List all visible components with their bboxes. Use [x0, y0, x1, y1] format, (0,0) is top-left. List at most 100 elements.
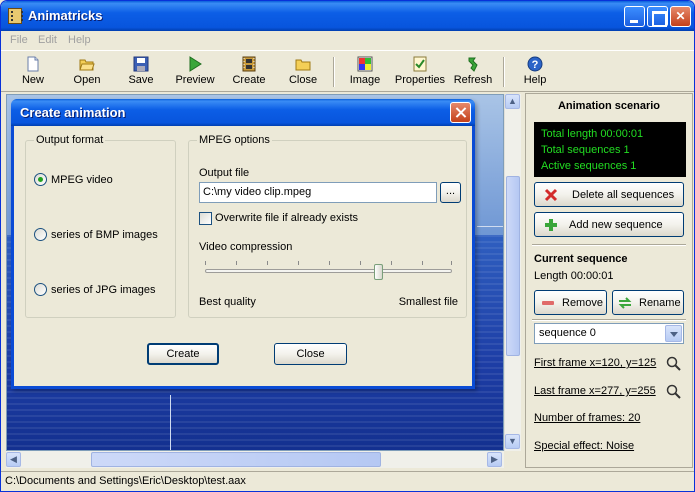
status-file-path: C:\Documents and Settings\Eric\Desktop\t…: [5, 475, 246, 487]
total-sequences: Total sequences 1: [541, 144, 630, 156]
chevron-down-icon[interactable]: [665, 325, 682, 342]
output-file-value: C:\my video clip.mpeg: [203, 186, 312, 198]
toolbar-close-label: Close: [288, 74, 318, 86]
slider-tick: [329, 261, 330, 265]
toolbar-properties-button[interactable]: Properties: [393, 54, 447, 90]
toolbar-open-label: Open: [73, 74, 101, 86]
toolbar-help-label: Help: [523, 74, 547, 86]
dialog-close-icon[interactable]: [450, 102, 471, 123]
horizontal-scroll-thumb[interactable]: [91, 452, 381, 467]
checklist-icon: [413, 56, 427, 72]
close-window-button[interactable]: ✕: [670, 6, 691, 27]
toolbar-preview-label: Preview: [175, 74, 215, 86]
dialog-title: Create animation: [20, 105, 126, 120]
frame-guide-line: [477, 226, 503, 227]
svg-text:?: ?: [532, 59, 539, 71]
toolbar-new-label: New: [21, 74, 44, 86]
menu-help[interactable]: Help: [68, 34, 91, 46]
sequence-length: Length 00:00:01: [534, 270, 614, 282]
radio-button[interactable]: [34, 283, 47, 296]
toolbar-close-button[interactable]: Close: [277, 54, 329, 90]
horizontal-scrollbar[interactable]: ◀ ▶: [6, 451, 504, 468]
vertical-scroll-thumb[interactable]: [506, 176, 520, 356]
total-length: Total length 00:00:01: [541, 128, 644, 140]
radio-mpeg-video[interactable]: MPEG video: [26, 172, 176, 188]
remove-sequence-button[interactable]: Remove: [534, 290, 607, 315]
toolbar-preview-button[interactable]: Preview: [169, 54, 221, 90]
delete-all-sequences-button[interactable]: Delete all sequences: [534, 182, 684, 207]
overwrite-checkbox[interactable]: [199, 212, 212, 225]
toolbar-help-button[interactable]: ? Help: [509, 54, 561, 90]
magnifier-icon[interactable]: [666, 356, 681, 371]
toolbar-properties-label: Properties: [394, 74, 446, 86]
output-file-field[interactable]: C:\my video clip.mpeg: [199, 182, 437, 203]
frame-guide-line: [170, 395, 171, 450]
menu-file[interactable]: File: [10, 34, 28, 46]
first-frame-link[interactable]: First frame x=120, y=125: [534, 357, 656, 369]
scenario-info-box: Total length 00:00:01 Total sequences 1 …: [534, 122, 686, 177]
menu-edit[interactable]: Edit: [38, 34, 57, 46]
close-folder-icon: [295, 59, 311, 71]
special-effect-link[interactable]: Special effect: Noise: [534, 440, 634, 452]
toolbar-open-button[interactable]: Open: [61, 54, 113, 90]
toolbar-new-button[interactable]: New: [7, 54, 59, 90]
compression-slider-thumb[interactable]: [373, 264, 383, 280]
toolbar-save-button[interactable]: Save: [115, 54, 167, 90]
last-frame-link[interactable]: Last frame x=277, y=255: [534, 385, 656, 397]
radio-bmp-images[interactable]: series of BMP images: [26, 227, 176, 243]
title-bar[interactable]: Animatricks ✕: [1, 1, 694, 31]
film-app-icon: [8, 8, 23, 24]
toolbar-image-label: Image: [349, 74, 381, 86]
create-animation-dialog: Create animation Output format MPEG vide…: [11, 99, 475, 389]
sequence-select[interactable]: sequence 0: [534, 323, 684, 344]
radio-jpg-label: series of JPG images: [51, 284, 156, 296]
toolbar-create-label: Create: [232, 74, 266, 86]
overwrite-label: Overwrite file if already exists: [215, 212, 359, 224]
dialog-title-bar[interactable]: Create animation: [11, 99, 475, 126]
toolbar-image-button[interactable]: Image: [339, 54, 391, 90]
magnifier-icon[interactable]: [666, 384, 681, 399]
minimize-button[interactable]: [624, 6, 645, 27]
delete-all-label: Delete all sequences: [572, 189, 675, 201]
slider-tick: [267, 261, 268, 265]
add-new-sequence-button[interactable]: Add new sequence: [534, 212, 684, 237]
compression-slider-track[interactable]: [205, 269, 452, 273]
vertical-scrollbar[interactable]: ▲ ▼: [504, 94, 521, 451]
dialog-create-button[interactable]: Create: [147, 343, 219, 365]
scroll-up-button[interactable]: ▲: [505, 94, 520, 109]
video-compression-label: Video compression: [199, 241, 293, 253]
slider-tick: [391, 261, 392, 265]
dialog-close-button[interactable]: Close: [274, 343, 347, 365]
number-of-frames-link[interactable]: Number of frames: 20: [534, 412, 640, 424]
output-format-group: Output format MPEG video series of BMP i…: [25, 134, 176, 318]
toolbar-refresh-label: Refresh: [453, 74, 493, 86]
radio-bmp-label: series of BMP images: [51, 229, 158, 241]
scenario-header: Animation scenario: [557, 100, 661, 112]
current-sequence-header: Current sequence: [534, 253, 628, 265]
scroll-left-button[interactable]: ◀: [6, 452, 21, 467]
play-icon: [189, 56, 202, 72]
rename-arrows-icon: [618, 297, 632, 309]
slider-tick: [205, 261, 206, 265]
toolbar-refresh-button[interactable]: Refresh: [447, 54, 499, 90]
radio-button[interactable]: [34, 228, 47, 241]
add-plus-icon: [545, 219, 557, 231]
slider-tick: [236, 261, 237, 265]
panel-divider: [532, 244, 686, 246]
slider-tick: [422, 261, 423, 265]
browse-button[interactable]: ...: [440, 182, 461, 203]
rename-sequence-button[interactable]: Rename: [612, 290, 684, 315]
scroll-right-button[interactable]: ▶: [487, 452, 502, 467]
toolbar-save-label: Save: [128, 74, 154, 86]
slider-tick: [451, 261, 452, 265]
help-icon: ?: [527, 56, 543, 72]
radio-jpg-images[interactable]: series of JPG images: [26, 282, 176, 298]
slider-tick: [360, 261, 361, 265]
mpeg-options-group: MPEG options Output file C:\my video cli…: [188, 134, 467, 318]
toolbar-create-button[interactable]: Create: [223, 54, 275, 90]
maximize-button[interactable]: [647, 6, 668, 27]
rename-label: Rename: [639, 297, 681, 309]
scroll-down-button[interactable]: ▼: [505, 434, 520, 449]
radio-button-selected[interactable]: [34, 173, 47, 186]
new-document-icon: [27, 56, 39, 72]
